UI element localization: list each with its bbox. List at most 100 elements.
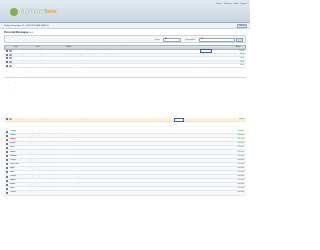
list-item[interactable]: Pampers Monday, February 02, 2009 09:00 A… [4, 191, 246, 196]
row-status: Delivered [237, 192, 244, 194]
row-subject[interactable]: Welcome to ChildrensTable [65, 62, 237, 63]
row-subject[interactable]: Special promotion from Pampers for our m… [60, 192, 235, 193]
back-link[interactable]: ◄ Back [26, 32, 33, 34]
brand-logo: Graco [9, 171, 15, 173]
logo-text-accent: Table [43, 9, 57, 15]
row-subject[interactable]: Your account details have been updated [65, 58, 237, 59]
row-status: Delivered [237, 159, 244, 161]
table-row[interactable]: Personal Info Mgr Tuesday, Nov 18, 2008 1… [4, 64, 246, 68]
col-date[interactable]: Date [35, 46, 65, 49]
show-label: Show [155, 38, 160, 41]
row-checkbox[interactable] [5, 179, 8, 182]
row-checkbox[interactable] [5, 167, 8, 170]
row-checkbox[interactable] [5, 118, 8, 121]
organization-select[interactable]: All [199, 37, 235, 42]
row-status: Unread [239, 118, 244, 120]
col-status[interactable]: Status [235, 46, 245, 49]
row-from[interactable]: Personal Info Mgr [13, 51, 35, 52]
envelope-icon [8, 118, 12, 121]
row-checkbox[interactable] [5, 57, 8, 60]
row-checkbox[interactable] [5, 142, 8, 145]
organization-select-value: All [201, 38, 203, 40]
row-subject[interactable]: Special promotion from Huggies for our m… [60, 180, 235, 181]
row-subject[interactable]: Special promotion from Gerber for our me… [60, 188, 235, 189]
filter-go-button[interactable] [236, 37, 243, 42]
row-checkbox[interactable] [5, 64, 8, 67]
nav-link-logout[interactable]: Logout [240, 3, 247, 5]
row-from[interactable]: Personal Info Mgr [13, 58, 35, 59]
row-checkbox[interactable] [5, 50, 8, 53]
row-status: Delivered [237, 135, 244, 137]
row-status: Read [240, 65, 244, 67]
show-select[interactable]: All [163, 37, 181, 42]
brand-logo: Pampers [9, 176, 17, 178]
show-select-value: All [165, 38, 167, 40]
row-subject[interactable]: Special promotion from Similac for our m… [60, 143, 235, 144]
row-checkbox[interactable] [5, 175, 8, 178]
organization-label: Organization [185, 38, 196, 41]
row-checkbox[interactable] [5, 159, 8, 162]
brand-logo: Similac [9, 143, 16, 145]
row-subject[interactable]: Special promotion from Earth's Best for … [60, 164, 235, 165]
row-checkbox[interactable] [5, 187, 8, 190]
row-checkbox[interactable] [5, 146, 8, 149]
row-from[interactable]: Personal Info Mgr [13, 54, 35, 55]
row-checkbox[interactable] [5, 134, 8, 137]
row-checkbox[interactable] [5, 138, 8, 141]
selected-message-row[interactable]: Personal Info Mgr Thursday, Nov 20, 2008… [4, 118, 246, 122]
row-checkbox[interactable] [5, 151, 8, 154]
row-checkbox[interactable] [5, 163, 8, 166]
row-subject[interactable]: Special promotion from Pampers for our m… [60, 135, 235, 136]
detail-line: ChildrensTable [6, 99, 16, 101]
nav-link-home[interactable]: Home [216, 3, 222, 5]
row-status: Read [240, 61, 244, 63]
row-checkbox[interactable] [5, 171, 8, 174]
row-subject[interactable]: ChildrensTable - Confirmation: Registrat… [65, 119, 237, 120]
row-checkbox[interactable] [5, 183, 8, 186]
nav-link-help[interactable]: Help [234, 3, 239, 5]
row-status: Delivered [237, 163, 244, 165]
info-bar: Friday, November 21, 2008 08:30 AM (GMT-… [0, 23, 250, 29]
refresh-button[interactable]: Refresh [237, 24, 247, 28]
brand-logo: Huggies [9, 139, 16, 141]
row-date: Thursday, February 05, 2009 08:10 AM [25, 167, 52, 169]
row-subject[interactable]: Special promotion from Huggies for our m… [60, 139, 235, 140]
row-subject[interactable]: Thank you for registering. Please confir… [65, 54, 237, 55]
row-date: Monday, February 02, 2009 09:00 AM [25, 192, 51, 194]
row-subject[interactable]: Special promotion from Pampers for our m… [60, 176, 235, 177]
row-checkbox[interactable] [5, 61, 8, 64]
brand-logo: Similac [9, 184, 16, 186]
row-subject[interactable]: Special promotion from Enfamil for our m… [60, 152, 235, 153]
row-subject[interactable]: Special promotion from Gerber for our me… [60, 147, 235, 148]
app-header: Childrens Table Home Settings Help Logou… [0, 0, 250, 23]
row-subject[interactable]: Special promotion from Similac for our m… [60, 184, 235, 185]
row-subject[interactable]: Special promotion from Johnson's for our… [60, 156, 235, 157]
row-from[interactable]: Personal Info Mgr [13, 119, 35, 120]
highlighted-link-box[interactable] [174, 117, 184, 122]
row-subject[interactable]: Reminder: Complete your profile [65, 65, 237, 66]
row-from[interactable]: Personal Info Mgr [13, 62, 35, 63]
row-date: Friday, February 06, 2009 01:50 PM [25, 159, 50, 161]
col-from[interactable]: From [13, 46, 35, 49]
row-date: Wednesday, Nov 19, 2008 02:11 PM [34, 61, 59, 63]
filter-bar: Show All Organization All [4, 35, 246, 43]
row-status: Delivered [237, 188, 244, 190]
row-from[interactable]: Personal Info Mgr [13, 65, 35, 66]
row-subject[interactable]: Special promotion from Pampers for our m… [60, 131, 235, 132]
site-logo[interactable]: Childrens Table [10, 8, 57, 16]
current-date: Friday, November 21, 2008 08:30 AM (GMT-… [4, 24, 49, 27]
row-subject[interactable]: Special promotion from Target for our me… [60, 168, 235, 169]
row-checkbox[interactable] [5, 130, 8, 133]
highlighted-action-box[interactable] [200, 48, 212, 53]
nav-link-settings[interactable]: Settings [224, 3, 232, 5]
row-subject[interactable]: Special promotion from Graco for our mem… [60, 172, 235, 173]
brand-logo: Gerber [9, 147, 15, 149]
secondary-table: Personal Info Mgr Thursday, Nov 20, 2008… [4, 118, 246, 122]
row-checkbox[interactable] [5, 191, 8, 194]
row-status: Read [240, 54, 244, 56]
row-checkbox[interactable] [5, 53, 8, 56]
promotions-list: Pampers Wednesday, February 11, 2009 10:3… [4, 130, 246, 196]
row-date: Tuesday, February 10, 2009 02:40 PM [25, 143, 52, 145]
row-checkbox[interactable] [5, 155, 8, 158]
row-subject[interactable]: Special promotion from Pampers for our m… [60, 160, 235, 161]
